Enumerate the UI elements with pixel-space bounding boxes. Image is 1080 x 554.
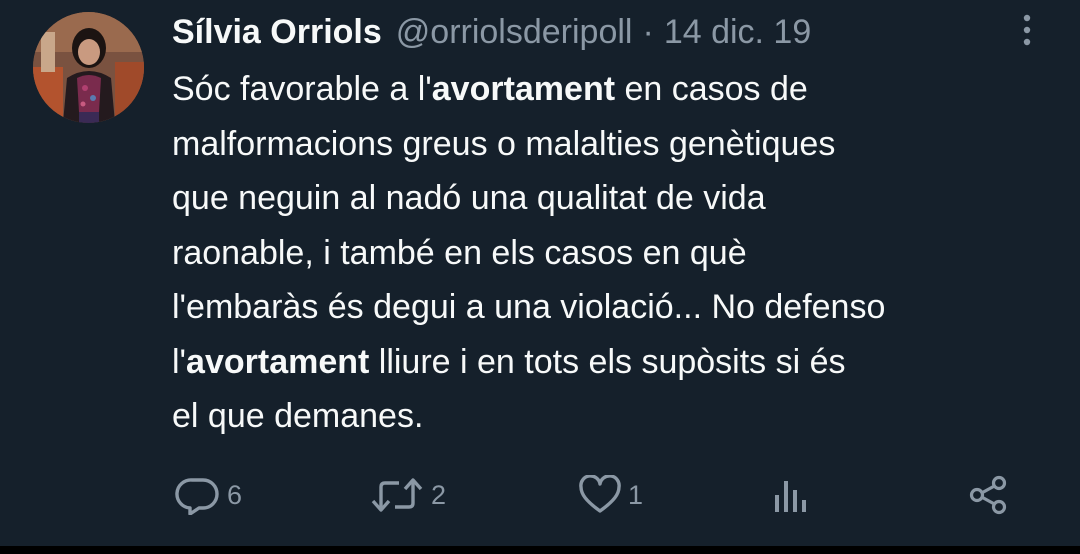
- author-handle[interactable]: @orriolsderipoll: [396, 13, 633, 52]
- retweet-count: 2: [431, 479, 447, 510]
- reply-icon: [175, 478, 219, 515]
- highlighted-keyword: avortament: [186, 342, 370, 381]
- views-icon: [775, 481, 806, 512]
- share-button[interactable]: [968, 465, 1008, 525]
- bottom-divider: [0, 546, 1080, 554]
- highlighted-keyword: avortament: [431, 70, 616, 108]
- retweet-icon: [371, 478, 423, 512]
- tweet-text-line: l'embaràs és degui a una violació... No …: [172, 288, 886, 326]
- tweet-text-line: que neguin al nadó una qualitat de vida: [172, 179, 766, 217]
- tweet-text-line: raonable, i també en els casos en què: [172, 233, 747, 272]
- avatar[interactable]: [33, 12, 144, 123]
- reply-count: 6: [227, 479, 243, 510]
- tweet-text-line: malformacions greus o malalties genètiqu…: [172, 124, 836, 163]
- tweet-text-line: el que demanes.: [172, 397, 424, 435]
- author-name[interactable]: Sílvia Orriols: [172, 13, 382, 52]
- reply-button[interactable]: 6: [175, 465, 242, 525]
- tweet-date[interactable]: 14 dic. 19: [664, 13, 811, 52]
- like-button[interactable]: 1: [578, 465, 643, 525]
- more-options-button[interactable]: [1012, 10, 1042, 50]
- retweet-button[interactable]: 2: [369, 465, 446, 525]
- tweet-text: Sóc favorable a l'avortament en casos de…: [172, 62, 1052, 444]
- tweet-actions: 6 2 1: [0, 465, 1080, 525]
- tweet-text-line: l'avortament lliure i en tots els supòsi…: [172, 342, 846, 381]
- share-icon: [969, 475, 1007, 515]
- tweet-header: Sílvia Orriols @orriolsderipoll · 14 dic…: [172, 10, 811, 54]
- separator-dot: ·: [642, 12, 654, 51]
- like-icon: [579, 475, 621, 513]
- like-count: 1: [628, 479, 644, 510]
- views-button[interactable]: [770, 465, 810, 525]
- tweet[interactable]: Sílvia Orriols @orriolsderipoll · 14 dic…: [0, 0, 1080, 554]
- more-vertical-icon: [1023, 14, 1031, 46]
- tweet-text-line: Sóc favorable a l'avortament en casos de: [172, 70, 808, 108]
